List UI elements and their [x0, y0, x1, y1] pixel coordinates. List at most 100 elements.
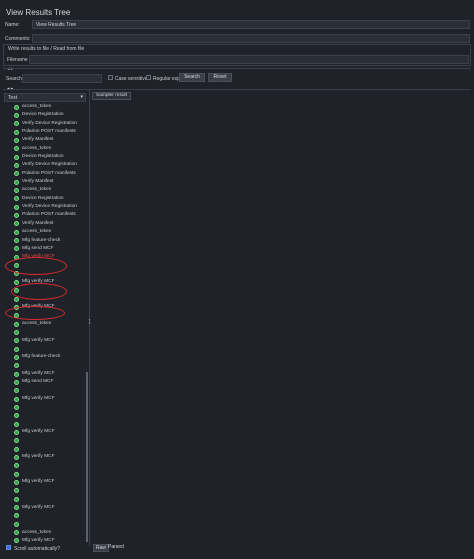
tab-parsed[interactable]: Parsed — [106, 544, 126, 552]
tree-item[interactable]: Polarion POST manifests — [4, 128, 88, 136]
success-shield-icon — [14, 213, 19, 219]
success-shield-icon — [14, 371, 19, 377]
success-shield-icon — [14, 363, 19, 369]
tree-item[interactable]: Mfg verify MCF — [4, 504, 88, 512]
tree-item-label: access_token — [22, 529, 52, 535]
tree-item[interactable] — [4, 403, 88, 411]
tree-item[interactable]: access_token — [4, 145, 88, 153]
tree-item[interactable]: access_token — [4, 186, 88, 194]
tree-item[interactable] — [4, 437, 88, 445]
tree-item[interactable]: Mfg verify MCF — [4, 453, 88, 461]
tree-item[interactable]: Device Registration — [4, 111, 88, 119]
tree-item[interactable]: Verify Device Registration — [4, 203, 88, 211]
success-shield-icon — [14, 279, 19, 285]
success-shield-icon — [14, 496, 19, 502]
tree-item[interactable] — [4, 520, 88, 528]
collapse-arrows[interactable]: ◂ ▸ — [7, 66, 13, 72]
tree-item-label: Device Registration — [22, 112, 64, 118]
tree-item[interactable] — [4, 470, 88, 478]
success-shield-icon — [14, 438, 19, 444]
tree-item[interactable]: Mfg verify MCF — [4, 428, 88, 436]
split-handle[interactable]: ▪ ▪ — [89, 318, 90, 325]
name-label: Name: — [5, 22, 20, 28]
tree-item[interactable]: Mfg feature-check — [4, 353, 88, 361]
tree-item[interactable]: Mfg verify MCF — [4, 395, 88, 403]
regex-label: Regular exp. — [153, 76, 182, 82]
tree-item[interactable] — [4, 328, 88, 336]
success-shield-icon — [14, 188, 19, 194]
success-shield-icon — [14, 171, 19, 177]
tree-item[interactable]: Mfg send MCF — [4, 245, 88, 253]
success-shield-icon — [14, 388, 19, 394]
tree-item[interactable]: Mfg verify MCF — [4, 337, 88, 345]
tree-item[interactable]: Mfg verify MCF — [4, 537, 88, 545]
tree-item[interactable]: Polarion POST manifests — [4, 170, 88, 178]
comments-input[interactable] — [32, 34, 470, 43]
success-shield-icon — [14, 471, 19, 477]
tree-item[interactable]: Mfg feature-check — [4, 237, 88, 245]
success-shield-icon — [14, 430, 19, 435]
scroll-auto-checkbox[interactable] — [6, 545, 11, 550]
tree-scrollbar[interactable] — [86, 372, 88, 542]
search-button[interactable]: Search — [179, 73, 205, 82]
success-shield-icon — [14, 404, 19, 410]
tree-item-label: Device Registration — [22, 154, 64, 160]
tree-item[interactable]: access_token — [4, 103, 88, 111]
success-shield-icon — [14, 463, 19, 469]
divider-2 — [3, 89, 471, 90]
filename-label: Filename — [7, 57, 28, 63]
tree-item[interactable] — [4, 462, 88, 470]
tree-item[interactable]: Mfg send MCF — [4, 378, 88, 386]
tree-item-label: access_token — [22, 229, 52, 235]
tab-sampler-result[interactable]: Sampler result — [92, 92, 131, 100]
tree-item[interactable] — [4, 512, 88, 520]
success-shield-icon — [14, 112, 19, 118]
results-tree: access_token Device Registration Verify De… — [4, 103, 88, 545]
tree-item[interactable]: access_token — [4, 529, 88, 537]
success-shield-icon — [14, 221, 19, 227]
tree-item[interactable] — [4, 345, 88, 353]
tree-item-label: access_token — [22, 104, 52, 109]
annotation-ellipse-2 — [11, 283, 67, 300]
tree-item[interactable]: Verify Manifest — [4, 178, 88, 186]
tree-item[interactable] — [4, 412, 88, 420]
success-shield-icon — [14, 455, 19, 461]
reset-button[interactable]: Reset — [208, 73, 232, 82]
tree-item[interactable]: Device Registration — [4, 153, 88, 161]
success-shield-icon — [14, 505, 19, 511]
success-shield-icon — [14, 163, 19, 168]
name-input[interactable]: View Results Tree — [32, 20, 470, 29]
tree-item[interactable]: access_token — [4, 320, 88, 328]
success-shield-icon — [14, 421, 19, 427]
tree-item-label: Verify Device Registration — [22, 120, 77, 126]
tree-item[interactable]: Mfg verify MCF — [4, 478, 88, 486]
tree-item[interactable]: Mfg verify MCF — [4, 370, 88, 378]
success-shield-icon — [14, 338, 19, 344]
tree-item[interactable] — [4, 445, 88, 453]
divider — [3, 68, 471, 69]
tree-item[interactable]: access_token — [4, 228, 88, 236]
tree-item[interactable]: Verify Manifest — [4, 220, 88, 228]
regex-checkbox[interactable] — [146, 75, 151, 80]
tree-item[interactable] — [4, 495, 88, 503]
tree-item[interactable] — [4, 420, 88, 428]
tree-item[interactable]: Verify Device Registration — [4, 120, 88, 128]
tree-item-label: Verify Manifest — [22, 179, 54, 185]
renderer-select[interactable]: Text ▾ — [4, 93, 86, 102]
search-input[interactable] — [22, 74, 102, 83]
filename-input[interactable] — [29, 55, 469, 64]
tree-item[interactable] — [4, 387, 88, 395]
success-shield-icon — [14, 246, 19, 252]
tree-item-label: Polarion POST manifests — [22, 170, 76, 176]
success-shield-icon — [14, 329, 19, 335]
tree-item[interactable] — [4, 362, 88, 370]
case-sensitive-checkbox[interactable] — [108, 75, 113, 80]
tree-item[interactable]: Polarion POST manifests — [4, 211, 88, 219]
tree-item[interactable]: Verify Manifest — [4, 136, 88, 144]
tree-item[interactable]: Verify Device Registration — [4, 161, 88, 169]
tree-item-label: access_token — [22, 187, 52, 193]
tree-item-label: Verify Device Registration — [22, 204, 77, 210]
tree-item[interactable]: Device Registration — [4, 195, 88, 203]
success-shield-icon — [14, 446, 19, 452]
tree-item[interactable] — [4, 487, 88, 495]
